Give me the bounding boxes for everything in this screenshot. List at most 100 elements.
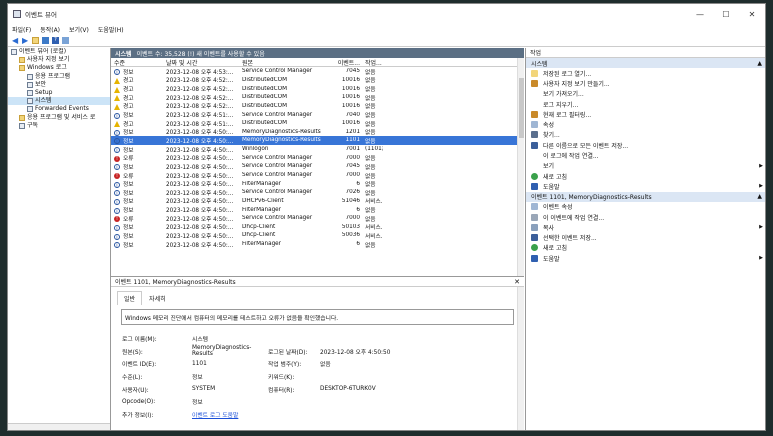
back-arrow-icon[interactable]: ◀ (12, 37, 19, 45)
tab-details[interactable]: 자세히 (142, 291, 173, 305)
menu-file[interactable]: 파일(F) (12, 25, 31, 34)
action-item[interactable]: 새로 고침 (526, 171, 765, 181)
action-item[interactable]: 다른 이름으로 모든 이벤트 저장... (526, 140, 765, 150)
tree-node[interactable]: 이벤트 뷰어 (로컬) (8, 48, 110, 56)
event-viewer-icon (11, 49, 17, 56)
info-icon: i (114, 233, 120, 240)
source-cell: Winlogon (239, 146, 334, 152)
collapse-up-icon[interactable]: ▲ (757, 60, 762, 67)
action-item[interactable]: 이벤트 속성 (526, 202, 765, 212)
action-item[interactable]: 도움말 ▶ (526, 253, 765, 263)
table-row[interactable]: i 정보 2023-12-08 오후 4:50:... Service Control… (111, 162, 524, 171)
source-cell-text: DistributedCOM (242, 120, 287, 127)
datetime-cell: 2023-12-08 오후 4:52:... (163, 101, 239, 110)
opcode-value: 정보 (192, 400, 203, 407)
tree-node[interactable]: 응용 프로그램 (8, 73, 110, 81)
event-id-cell: 1101 (334, 137, 362, 143)
maximize-button[interactable]: ☐ (713, 4, 739, 24)
col-task[interactable]: 작업... (362, 58, 383, 67)
tree-hscrollbar[interactable] (8, 423, 110, 430)
table-row[interactable]: 경고 2023-12-08 오후 4:52:... DistributedCOM 10… (111, 93, 524, 102)
actions-section-log[interactable]: 시스템 ▲ (526, 58, 765, 68)
detail-scrollbar[interactable] (517, 287, 524, 430)
action-item[interactable]: 보기 가져오기... (526, 89, 765, 99)
more-info-label: 추가 정보(I): (122, 412, 154, 419)
action-item[interactable]: 찾기... (526, 130, 765, 140)
col-level[interactable]: 수준 (111, 58, 163, 67)
forward-arrow-icon[interactable]: ▶ (22, 37, 29, 45)
detail-close-icon[interactable]: ✕ (514, 278, 520, 286)
refresh-icon (531, 244, 538, 252)
table-row[interactable]: i 정보 2023-12-08 오후 4:51:... Service Control… (111, 110, 524, 119)
action-item[interactable]: 사용자 지정 보기 만들기... (526, 78, 765, 88)
table-row[interactable]: i 정보 2023-12-08 오후 4:50:... Dhcp-Client 5003… (111, 231, 524, 240)
properties-icon (531, 121, 538, 129)
table-row[interactable]: i 정보 2023-12-08 오후 4:50:... MemoryDiagnosti… (111, 127, 524, 136)
actions-section-event[interactable]: 이벤트 1101, MemoryDiagnostics-Results ▲ (526, 191, 765, 202)
collapse-up-icon[interactable]: ▲ (757, 193, 762, 200)
close-button[interactable]: ✕ (739, 4, 765, 24)
action-item[interactable]: 보기 ▶ (526, 161, 765, 171)
col-datetime[interactable]: 날짜 및 시간 (163, 58, 239, 67)
table-row[interactable]: i 정보 2023-12-08 오후 4:50:... FilterManager 6 없… (111, 205, 524, 214)
action-item[interactable]: 새로 고침 (526, 243, 765, 253)
col-event-id[interactable]: 이벤트... (334, 58, 362, 67)
event-log-help-link[interactable]: 이벤트 로그 도움말 (192, 410, 238, 419)
action-item[interactable]: 이 이벤트에 작업 연결... (526, 212, 765, 222)
action-item[interactable]: 이 로그에 작업 연결... (526, 150, 765, 160)
table-row[interactable]: i 정보 2023-12-08 오후 4:50:... DHCPv6-Client 51… (111, 197, 524, 205)
tree-node[interactable]: 보안 (8, 81, 110, 89)
folder-icon[interactable] (32, 37, 39, 44)
source-cell: Service Control Manager (239, 215, 334, 221)
folder-icon (19, 114, 25, 121)
table-row[interactable]: 경고 2023-12-08 오후 4:52:... DistributedCOM 10… (111, 84, 524, 93)
menu-action[interactable]: 동작(A) (40, 25, 60, 34)
action-item[interactable]: 선택한 이벤트 저장... (526, 232, 765, 242)
tree-node[interactable]: 시스템 (8, 97, 110, 106)
tab-general[interactable]: 일반 (117, 291, 143, 305)
table-row[interactable]: 경고 2023-12-08 오후 4:52:... DistributedCOM 10… (111, 76, 524, 84)
table-row[interactable]: i 정보 2023-12-08 오후 4:50:... FilterManager 6 없… (111, 240, 524, 249)
event-count: 이벤트 수: 35,528 (!) 새 이벤트를 사용할 수 있음 (136, 50, 265, 58)
tree-node[interactable]: Forwarded Events (8, 105, 110, 113)
table-row[interactable]: i 정보 2023-12-08 오후 4:50:... MemoryDiagnosti… (111, 136, 524, 145)
level-cell: i 정보 (111, 162, 163, 171)
source-cell-text: DistributedCOM (242, 85, 287, 92)
level-cell: 경고 (111, 84, 163, 93)
action-item[interactable]: 저장된 로그 열기... (526, 68, 765, 78)
table-row[interactable]: ! 오류 2023-12-08 오후 4:50:... Service Control… (111, 153, 524, 162)
action-item[interactable]: 로그 지우기... (526, 99, 765, 109)
grid-scrollbar[interactable] (517, 58, 524, 276)
tree-node[interactable]: Setup (8, 89, 110, 97)
action-item[interactable]: 현재 로그 필터링... (526, 109, 765, 119)
source-cell-text: MemoryDiagnostics-Results (242, 137, 321, 144)
menu-help[interactable]: 도움말(H) (98, 25, 124, 34)
tree-node[interactable]: Windows 로그 (8, 64, 110, 72)
action-item[interactable]: 복사 ▶ (526, 222, 765, 232)
tree-node[interactable]: 구독 (8, 122, 110, 130)
tree-node[interactable]: 사용자 지정 보기 (8, 56, 110, 64)
tree-node[interactable]: 응용 프로그램 및 서비스 로 (8, 114, 110, 122)
col-source[interactable]: 원본 (239, 58, 334, 67)
console-tree-icon[interactable] (42, 37, 49, 44)
datetime-cell: 2023-12-08 오후 4:50:... (163, 179, 239, 188)
table-row[interactable]: i 정보 2023-12-08 오후 4:53:... Service Control… (111, 67, 524, 76)
table-row[interactable]: 경고 2023-12-08 오후 4:52:... DistributedCOM 10… (111, 101, 524, 110)
show-pane-icon[interactable] (62, 37, 69, 44)
table-row[interactable]: i 정보 2023-12-08 오후 4:50:... Winlogon 7001 (11… (111, 145, 524, 154)
table-row[interactable]: i 정보 2023-12-08 오후 4:50:... Service Control… (111, 188, 524, 197)
source-cell: MemoryDiagnostics-Results (239, 137, 334, 143)
level-cell: i 정보 (111, 145, 163, 154)
action-item[interactable]: 도움말 ▶ (526, 181, 765, 191)
grid-scroll-thumb[interactable] (519, 78, 524, 138)
table-row[interactable]: i 정보 2023-12-08 오후 4:50:... Dhcp-Client 5010… (111, 223, 524, 231)
table-row[interactable]: i 정보 2023-12-08 오후 4:50:... FilterManager 6 없… (111, 179, 524, 188)
table-row[interactable]: ! 오류 2023-12-08 오후 4:50:... Service Control… (111, 214, 524, 223)
table-row[interactable]: 경고 2023-12-08 오후 4:51:... DistributedCOM 10… (111, 119, 524, 128)
minimize-button[interactable]: — (687, 4, 713, 24)
filter-icon (531, 79, 538, 87)
table-row[interactable]: ! 오류 2023-12-08 오후 4:50:... Service Control… (111, 171, 524, 180)
menu-view[interactable]: 보기(V) (69, 25, 89, 34)
help-icon[interactable]: ? (52, 37, 59, 44)
action-item[interactable]: 속성 (526, 119, 765, 129)
